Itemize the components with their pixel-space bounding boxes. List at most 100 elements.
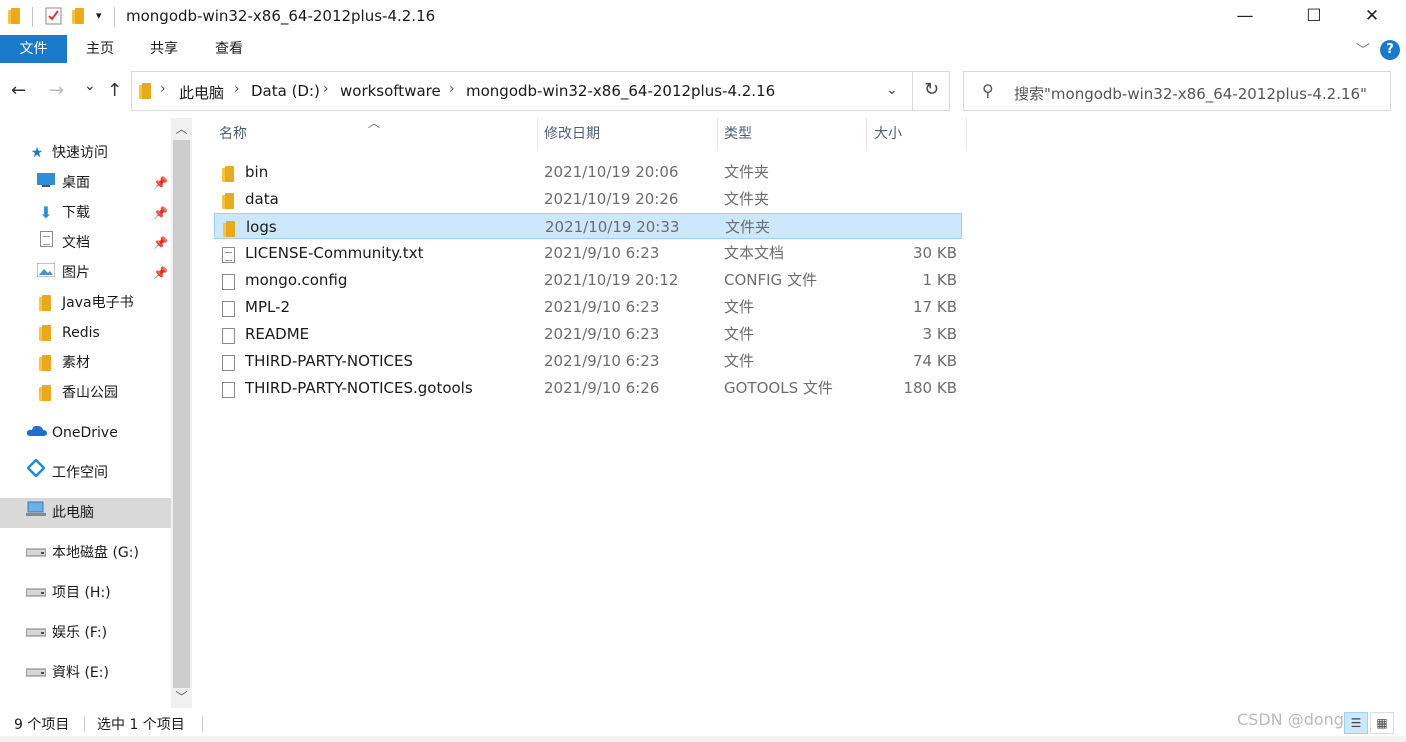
search-box[interactable]: ⚲ 搜索"mongodb-win32-x86_64-2012plus-4.2.1… [963, 71, 1391, 111]
help-icon[interactable]: ? [1380, 40, 1400, 60]
expand-ribbon-icon[interactable]: ﹀ [1356, 40, 1370, 60]
column-header-type[interactable]: 类型 [719, 118, 865, 150]
scroll-up-icon[interactable]: ︿ [171, 120, 192, 137]
sidebar-item-xiangshan-park[interactable]: 香山公园 [0, 378, 171, 408]
sidebar-item-downloads[interactable]: ⬇ 下载 📌 [0, 198, 171, 228]
desktop-icon [36, 168, 56, 198]
file-row[interactable]: bin 2021/10/19 20:06 文件夹 [214, 159, 962, 185]
tab-file[interactable]: 文件 [0, 35, 67, 63]
folder-icon [139, 83, 153, 103]
back-button[interactable]: ← [11, 80, 26, 101]
file-name: data [245, 190, 279, 208]
breadcrumb-drive-d[interactable]: Data (D:) [251, 82, 320, 100]
breadcrumb-worksoftware[interactable]: worksoftware [340, 82, 441, 100]
tab-home[interactable]: 主页 [72, 35, 128, 63]
sidebar-item-documents[interactable]: 文档 📌 [0, 228, 171, 258]
file-modified-date: 2021/9/10 6:23 [544, 325, 660, 343]
column-header-size[interactable]: 大小 [869, 118, 965, 150]
file-type: 文件 [724, 325, 755, 343]
breadcrumb-separator[interactable]: › [234, 81, 240, 97]
file-size: 30 KB [913, 244, 957, 262]
pin-icon[interactable]: 📌 [153, 198, 168, 228]
file-icon [222, 380, 235, 406]
sidebar-item-materials[interactable]: 素材 [0, 348, 171, 378]
large-icons-view-button[interactable]: ▦ [1370, 712, 1394, 734]
customize-toolbar-icon[interactable]: ▾ [96, 9, 102, 22]
file-row[interactable]: logs 2021/10/19 20:33 文件夹 [214, 213, 962, 239]
address-bar[interactable]: › 此电脑 › Data (D:) › worksoftware › mongo… [131, 71, 950, 111]
breadcrumb-separator[interactable]: › [449, 81, 455, 97]
pin-icon[interactable]: 📌 [153, 168, 168, 198]
pin-icon[interactable]: 📌 [153, 258, 168, 288]
file-size: 3 KB [922, 325, 957, 343]
column-divider[interactable] [966, 118, 967, 150]
refresh-button[interactable]: ↻ [912, 71, 950, 111]
properties-icon[interactable] [45, 7, 63, 29]
file-modified-date: 2021/10/19 20:33 [545, 218, 680, 236]
sidebar-item-java-ebooks[interactable]: Java电子书 [0, 288, 171, 318]
breadcrumb-separator[interactable]: › [323, 81, 329, 97]
scroll-down-icon[interactable]: ﹀ [171, 688, 192, 705]
file-modified-date: 2021/10/19 20:12 [544, 271, 679, 289]
recent-locations-button[interactable]: ⌄ [84, 78, 96, 94]
pin-icon[interactable]: 📌 [153, 228, 168, 258]
navigation-bar: ← → ⌄ ↑ › 此电脑 › Data (D:) › worksoftware… [0, 70, 1406, 112]
folder-icon [36, 385, 56, 401]
breadcrumb-this-pc[interactable]: 此电脑 [179, 82, 224, 103]
column-header-name[interactable]: 名称 [214, 118, 537, 150]
scrollbar-thumb[interactable] [173, 140, 190, 688]
sidebar-item-redis[interactable]: Redis [0, 318, 171, 348]
sidebar-item-onedrive[interactable]: OneDrive [0, 418, 171, 448]
file-row[interactable]: MPL-2 2021/9/10 6:23 文件 17 KB [214, 294, 962, 320]
file-type: 文件 [724, 298, 755, 316]
maximize-button[interactable]: ☐ [1291, 0, 1337, 32]
file-name: mongo.config [245, 271, 348, 289]
file-row[interactable]: README 2021/9/10 6:23 文件 3 KB [214, 321, 962, 347]
folder-icon [8, 8, 22, 28]
status-bar: 9 个项目 选中 1 个项目 [0, 712, 1406, 736]
sidebar-item-this-pc[interactable]: 此电脑 [0, 498, 171, 528]
divider [114, 7, 115, 27]
sidebar-item-label: 資料 (E:) [52, 665, 109, 681]
forward-button[interactable]: → [49, 80, 64, 101]
details-view-button[interactable]: ☰ [1344, 712, 1368, 734]
divider [32, 7, 33, 27]
column-divider[interactable] [717, 118, 718, 150]
sidebar-item-quick-access[interactable]: ★ 快速访问 [0, 138, 171, 168]
column-divider[interactable] [866, 118, 867, 150]
sidebar-item-desktop[interactable]: 桌面 📌 [0, 168, 171, 198]
column-header-date[interactable]: 修改日期 [539, 118, 717, 150]
sidebar-scrollbar[interactable]: ︿ ﹀ [171, 118, 192, 708]
sidebar-item-drive-h[interactable]: 项目 (H:) [0, 578, 171, 608]
file-row[interactable]: data 2021/10/19 20:26 文件夹 [214, 186, 962, 212]
sidebar-item-pictures[interactable]: 图片 📌 [0, 258, 171, 288]
minimize-button[interactable]: — [1222, 0, 1268, 32]
file-type: 文件夹 [724, 163, 770, 181]
new-folder-icon[interactable] [72, 8, 86, 28]
divider [84, 716, 85, 732]
sidebar-item-workspace[interactable]: 工作空间 [0, 458, 171, 488]
file-row[interactable]: LICENSE-Community.txt 2021/9/10 6:23 文本文档 3… [214, 240, 962, 266]
sidebar-item-drive-e[interactable]: 資料 (E:) [0, 658, 171, 688]
sidebar-item-drive-g[interactable]: 本地磁盘 (G:) [0, 538, 171, 568]
up-button[interactable]: ↑ [107, 80, 122, 101]
tab-view[interactable]: 查看 [201, 35, 257, 63]
file-row[interactable]: THIRD-PARTY-NOTICES 2021/9/10 6:23 文件 74 KB [214, 348, 962, 374]
file-row[interactable]: THIRD-PARTY-NOTICES.gotools 2021/9/10 6:2… [214, 375, 962, 401]
breadcrumb-separator[interactable]: › [160, 81, 166, 97]
file-type: GOTOOLS 文件 [724, 379, 833, 397]
address-dropdown-icon[interactable]: ⌄ [886, 82, 898, 98]
tab-share[interactable]: 共享 [136, 35, 192, 63]
column-divider[interactable] [537, 118, 538, 150]
file-list: ︿ 名称 修改日期 类型 大小 bin 2021/10/19 20:06 文件夹 da… [214, 116, 974, 708]
sidebar-item-drive-f[interactable]: 娱乐 (F:) [0, 618, 171, 648]
search-input[interactable]: 搜索"mongodb-win32-x86_64-2012plus-4.2.16" [1014, 83, 1367, 104]
sidebar-item-label: 图片 [62, 265, 90, 281]
file-row[interactable]: mongo.config 2021/10/19 20:12 CONFIG 文件 1 K… [214, 267, 962, 293]
breadcrumb-current-folder[interactable]: mongodb-win32-x86_64-2012plus-4.2.16 [466, 82, 775, 100]
file-name: LICENSE-Community.txt [245, 244, 424, 262]
file-modified-date: 2021/10/19 20:26 [544, 190, 679, 208]
close-button[interactable]: ✕ [1349, 0, 1395, 32]
picture-icon [36, 258, 56, 288]
folder-icon [36, 325, 56, 341]
